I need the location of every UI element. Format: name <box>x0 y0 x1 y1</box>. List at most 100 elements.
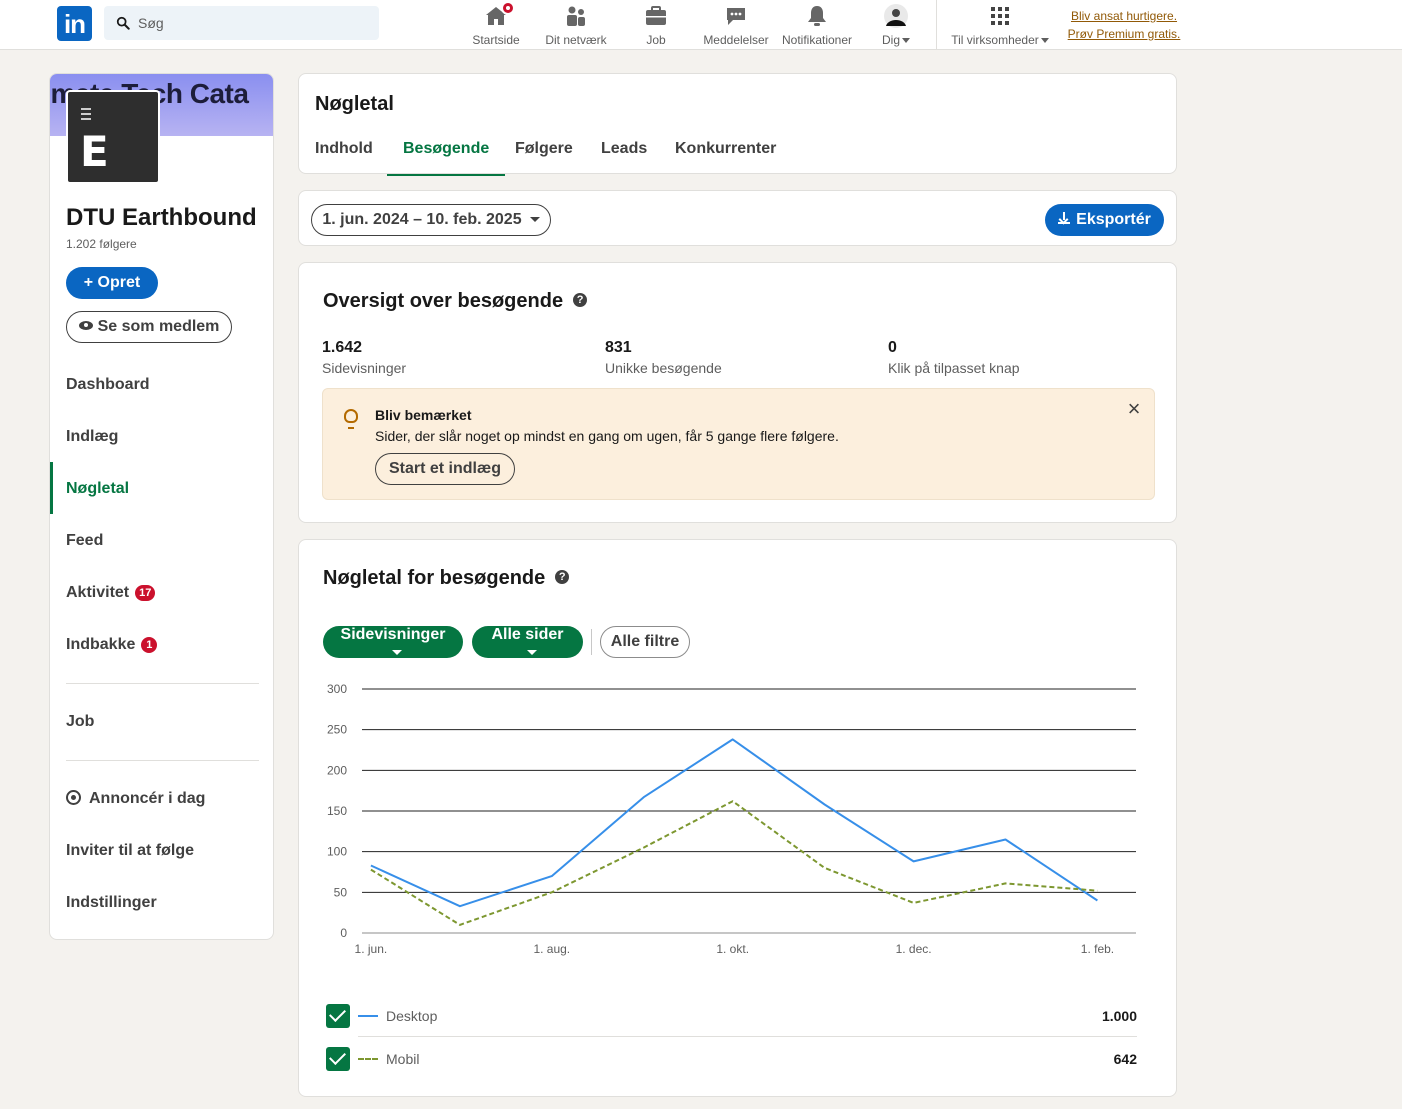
notification-dot <box>501 1 515 15</box>
org-name[interactable]: DTU Earthbound <box>66 204 257 232</box>
search-input[interactable] <box>138 6 368 40</box>
tip-banner: Bliv bemærket Sider, der slår noget op m… <box>322 388 1155 500</box>
tab-visitors[interactable]: Besøgende <box>387 132 506 176</box>
nav-notifications[interactable]: Notifikationer <box>779 2 855 48</box>
page-title: Nøgletal <box>315 93 394 115</box>
lightbulb-icon <box>344 409 358 429</box>
sidebar-divider <box>66 760 259 761</box>
start-post-button[interactable]: Start et indlæg <box>375 453 515 485</box>
sidebar-item-inbox[interactable]: Indbakke 1 <box>66 636 158 654</box>
y-tick-label: 200 <box>327 763 347 777</box>
chevron-down-icon <box>526 650 537 656</box>
y-tick-label: 50 <box>334 885 348 899</box>
x-tick-label: 1. feb. <box>1081 942 1114 956</box>
sidebar-item-posts[interactable]: Indlæg <box>66 428 118 446</box>
x-tick-label: 1. aug. <box>533 942 570 956</box>
tab-competitors[interactable]: Konkurrenter <box>659 132 792 176</box>
legend-divider <box>358 1036 1137 1037</box>
briefcase-icon <box>644 4 668 28</box>
sidebar-item-analytics[interactable]: Nøgletal <box>66 480 129 498</box>
home-icon <box>484 1 515 28</box>
sidebar-item-invite[interactable]: Inviter til at følge <box>66 842 194 860</box>
series-line-desktop <box>370 738 1098 908</box>
logo-letter-icon: E <box>80 127 109 176</box>
tab-content[interactable]: Indhold <box>299 132 389 176</box>
follower-count: 1.202 følgere <box>66 237 137 251</box>
sidebar-item-feed[interactable]: Feed <box>66 532 103 550</box>
visitor-overview: Oversigt over besøgende? 1.642 Sidevisni… <box>298 262 1177 523</box>
mobile-swatch <box>358 1058 378 1060</box>
overview-title: Oversigt over besøgende? <box>323 290 588 313</box>
chevron-down-icon <box>392 650 402 656</box>
premium-trial-link[interactable]: Prøv Premium gratis. <box>1064 25 1184 43</box>
eye-icon <box>78 321 93 331</box>
inbox-count-badge: 1 <box>141 636 158 653</box>
pages-dropdown[interactable]: Alle sider <box>472 626 583 658</box>
nav-for-business[interactable]: Til virksomheder <box>948 2 1052 48</box>
date-range-dropdown[interactable]: 1. jun. 2024 – 10. feb. 2025 <box>311 204 551 236</box>
bell-icon <box>805 4 829 28</box>
metric-dropdown[interactable]: Sidevisninger <box>323 626 463 658</box>
search-icon <box>116 16 130 30</box>
sidebar-item-advertise[interactable]: Annoncér i dag <box>66 790 205 808</box>
help-icon[interactable]: ? <box>555 569 570 584</box>
tab-followers[interactable]: Følgere <box>499 132 589 176</box>
y-tick-label: 300 <box>327 682 347 696</box>
create-button[interactable]: + Opret <box>66 267 158 299</box>
tab-leads[interactable]: Leads <box>585 132 663 176</box>
stat-custom-button-clicks: 0 Klik på tilpasset knap <box>888 339 1020 376</box>
sidebar-divider <box>66 683 259 684</box>
premium-link[interactable]: Bliv ansat hurtigere. <box>1064 7 1184 25</box>
legend-mobile: Mobil 642 <box>326 1045 1137 1085</box>
x-tick-label: 1. jun. <box>355 942 388 956</box>
export-button[interactable]: Eksportér <box>1045 204 1164 236</box>
grid-icon <box>988 4 1012 28</box>
sidebar-item-settings[interactable]: Indstillinger <box>66 894 157 912</box>
analytics-header: Nøgletal Indhold Besøgende Følgere Leads… <box>298 73 1177 176</box>
close-icon[interactable]: × <box>1126 398 1142 420</box>
all-filters-button[interactable]: Alle filtre <box>600 626 690 658</box>
messaging-icon <box>724 4 748 28</box>
sidebar-item-jobs[interactable]: Job <box>66 713 94 731</box>
metrics-title: Nøgletal for besøgende? <box>323 567 570 590</box>
activity-count-badge: 17 <box>135 584 156 601</box>
nav-me[interactable]: Dig <box>876 2 916 48</box>
sidebar-item-dashboard[interactable]: Dashboard <box>66 376 150 394</box>
active-indicator <box>50 462 53 514</box>
search-box[interactable] <box>104 6 379 40</box>
y-tick-label: 150 <box>327 804 347 818</box>
nav-messaging[interactable]: Meddelelser <box>703 2 769 48</box>
admin-sidebar: limate Tech Cata E DTU Earthbound 1.202 … <box>49 73 274 940</box>
desktop-swatch <box>358 1015 378 1017</box>
y-tick-label: 100 <box>327 845 347 859</box>
top-nav: in Startside Dit netværk Job Meddelelser… <box>0 0 1402 50</box>
toolbar: 1. jun. 2024 – 10. feb. 2025 Eksportér <box>298 190 1177 246</box>
org-logo[interactable]: E <box>66 90 160 184</box>
target-icon <box>66 790 81 806</box>
chevron-down-icon <box>902 38 910 44</box>
desktop-checkbox[interactable] <box>326 1004 350 1028</box>
logo-mark-icon <box>81 108 91 120</box>
sidebar-item-activity[interactable]: Aktivitet 17 <box>66 584 156 602</box>
x-tick-label: 1. dec. <box>896 942 932 956</box>
download-icon <box>1058 211 1071 224</box>
premium-upsell: Bliv ansat hurtigere. Prøv Premium grati… <box>1064 7 1184 43</box>
nav-divider <box>936 0 937 49</box>
avatar <box>884 4 908 28</box>
view-as-member-button[interactable]: Se som medlem <box>66 311 232 343</box>
linkedin-logo-icon[interactable]: in <box>57 6 92 41</box>
network-icon <box>564 4 588 28</box>
chevron-down-icon <box>529 217 540 223</box>
visitor-line-chart: 0 50 100 150 200 250 300 1. jun. 1. aug. 1. okt. 1… <box>327 682 1136 956</box>
visitor-metrics: Nøgletal for besøgende? Sidevisninger Al… <box>298 539 1177 1097</box>
nav-home[interactable]: Startside <box>472 1 520 48</box>
nav-network[interactable]: Dit netværk <box>544 2 608 48</box>
mobile-checkbox[interactable] <box>326 1047 350 1071</box>
stat-page-views: 1.642 Sidevisninger <box>322 339 407 376</box>
chevron-down-icon <box>1040 38 1049 44</box>
filter-divider <box>591 629 592 655</box>
nav-jobs[interactable]: Job <box>636 2 676 48</box>
y-tick-label: 250 <box>327 723 347 737</box>
stat-unique-visitors: 831 Unikke besøgende <box>605 339 722 376</box>
help-icon[interactable]: ? <box>573 292 588 307</box>
